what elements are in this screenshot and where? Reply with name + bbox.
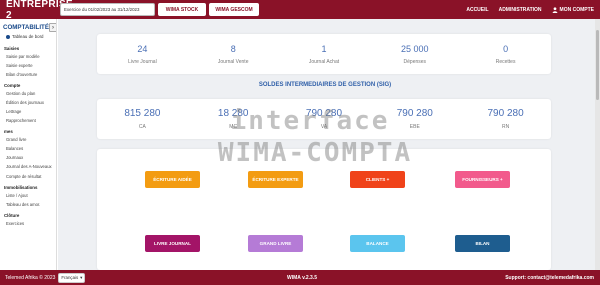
footer-left: Telemed Afrika © 2023 Français ▾ [0,272,86,283]
sidebar-section-compte: Compte [4,83,21,88]
sidebar-item-grand-livre[interactable]: Grand livre [0,135,56,144]
sidebar-item-gestion-plan[interactable]: Gestion du plan [0,89,56,98]
sig-label: VA [320,124,328,130]
actions-panel: ÉCRITURE AIDÉE ÉCRITURE EXPERTE CLIENTS … [97,149,551,270]
sig-value: 18 280 [217,108,249,119]
ecriture-experte-button[interactable]: ÉCRITURE EXPERTE [248,171,303,188]
sig-value: 815 280 [124,108,161,119]
top-bar: ENTREPRISE 2 Exercice du 01/02/2023 au 3… [0,0,600,21]
user-icon [552,6,557,13]
stats-card: 24 Livre Journal 8 Journal Vente 1 Journ… [97,34,551,74]
sidebar-section-immobilisations: Immobilisations [4,185,38,190]
sidebar-item-rapprochement[interactable]: Rapprochement [0,116,56,125]
bilan-button[interactable]: BILAN [455,235,510,252]
sidebar-item-saisie-experte[interactable]: Saisie experte [0,61,56,70]
home-link[interactable]: ACCUEIL [466,7,488,13]
sidebar-section-saisies: Saisies [4,46,20,51]
sidebar-section-etats: mes [4,129,13,134]
sig-value: 790 280 [396,108,433,119]
wima-gescom-button[interactable]: WIMA GESCOM [209,3,259,16]
wima-stock-button[interactable]: WIMA STOCK [158,3,206,16]
sidebar-title: COMPTABILITÉ › [0,19,56,32]
clients-button[interactable]: CLIENTS + [350,171,405,188]
footer: Telemed Afrika © 2023 Français ▾ WIMA v.… [0,270,600,285]
language-select[interactable]: Français ▾ [58,272,86,283]
stat-label: Journal Vente [217,58,249,65]
sig-value: 790 280 [305,108,343,119]
sig-label: RN [501,124,510,130]
grand-livre-button[interactable]: GRAND LIVRE [248,235,303,252]
sig-label: CA [138,124,146,130]
stat-label: Livre Journal [128,58,157,65]
stat-label: Journal Achat [308,58,340,65]
stat-value: 0 [503,43,509,54]
top-nav: ACCUEIL ADMINISTRATION MON COMPTE [466,0,594,19]
copyright-text: Telemed Afrika © 2023 [5,274,56,281]
main-content: 24 Livre Journal 8 Journal Vente 1 Journ… [58,19,600,270]
company-name[interactable]: ENTREPRISE 2 [0,0,73,21]
version-text: WIMA v.2.3.5 [287,274,318,281]
sig-ebe: 790 280 EBE [369,99,460,139]
sidebar-item-journaux[interactable]: Journaux [0,153,56,162]
sidebar-item-saisie-modele[interactable]: Saisie par modèle [0,52,56,61]
support-text[interactable]: Support: contact@telemedafrika.com [505,275,594,281]
dashboard-icon [6,34,10,39]
balance-button[interactable]: BALANCE [350,235,405,252]
sig-rn: 790 280 RN [460,99,551,139]
language-value: Français [61,275,79,280]
fournisseurs-button[interactable]: FOURNISSEURS + [455,171,510,188]
stat-label: Recettes [495,58,516,65]
chevron-right-icon[interactable]: › [48,23,56,32]
scrollbar-thumb[interactable] [596,30,599,100]
sidebar-item-edition-journaux[interactable]: Édition des journaux [0,98,56,107]
exercise-selector[interactable]: Exercice du 01/02/2023 au 31/12/2023 [60,3,155,16]
sidebar-item-liste-ajout[interactable]: Liste / Ajout [0,191,56,200]
stat-value: 1 [321,43,327,54]
stat-recettes: 0 Recettes [460,34,551,74]
stat-depenses: 25 000 Dépenses [369,34,460,74]
sidebar-item-compte-resultat[interactable]: Compte de résultat [0,172,56,181]
sidebar-title-label: COMPTABILITÉ [3,24,49,31]
sidebar-item-tableau-amor[interactable]: Tableau des amor. [0,200,56,209]
sidebar-item-exercices[interactable]: Exercices [0,219,56,228]
stat-journal-achat: 1 Journal Achat [279,34,370,74]
ecriture-aidee-button[interactable]: ÉCRITURE AIDÉE [145,171,200,188]
administration-link[interactable]: ADMINISTRATION [499,7,542,13]
stat-label: Dépenses [403,58,427,65]
sidebar-item-bilan-ouverture[interactable]: Bilan d'ouverture [0,70,56,79]
sidebar-item-label: Tableau de bord [12,34,44,39]
sig-title: SOLDES INTERMEDIAIRES DE GESTION (SIG) [258,82,392,88]
sig-card: 815 280 CA 18 280 MC 790 280 VA 790 280 … [97,99,551,139]
stat-journal-vente: 8 Journal Vente [188,34,279,74]
sidebar-section-cloture: Clôture [4,213,20,218]
account-label: MON COMPTE [559,6,594,13]
sig-label: MC [229,124,238,130]
sig-va: 790 280 VA [279,99,370,139]
stat-value: 24 [137,43,148,54]
livre-journal-button[interactable]: LIVRE JOURNAL [145,235,200,252]
sig-label: EBE [409,124,420,130]
sidebar-item-lettrage[interactable]: Lettrage [0,107,56,116]
stat-livre-journal: 24 Livre Journal [97,34,188,74]
sidebar-item-dashboard[interactable]: Tableau de bord [0,32,56,42]
sig-value: 790 280 [487,108,524,119]
sidebar-item-balances[interactable]: Balances [0,144,56,153]
sidebar: COMPTABILITÉ › Tableau de bord Saisies S… [0,19,57,270]
sig-ca: 815 280 CA [97,99,188,139]
sig-mc: 18 280 MC [188,99,279,139]
stat-value: 25 000 [401,43,429,54]
account-link[interactable]: MON COMPTE [552,7,594,13]
chevron-down-icon: ▾ [80,274,83,280]
stat-value: 8 [230,43,236,54]
sidebar-item-journal-a-nouveaux[interactable]: Journal des A-Nouveaux [0,162,56,172]
